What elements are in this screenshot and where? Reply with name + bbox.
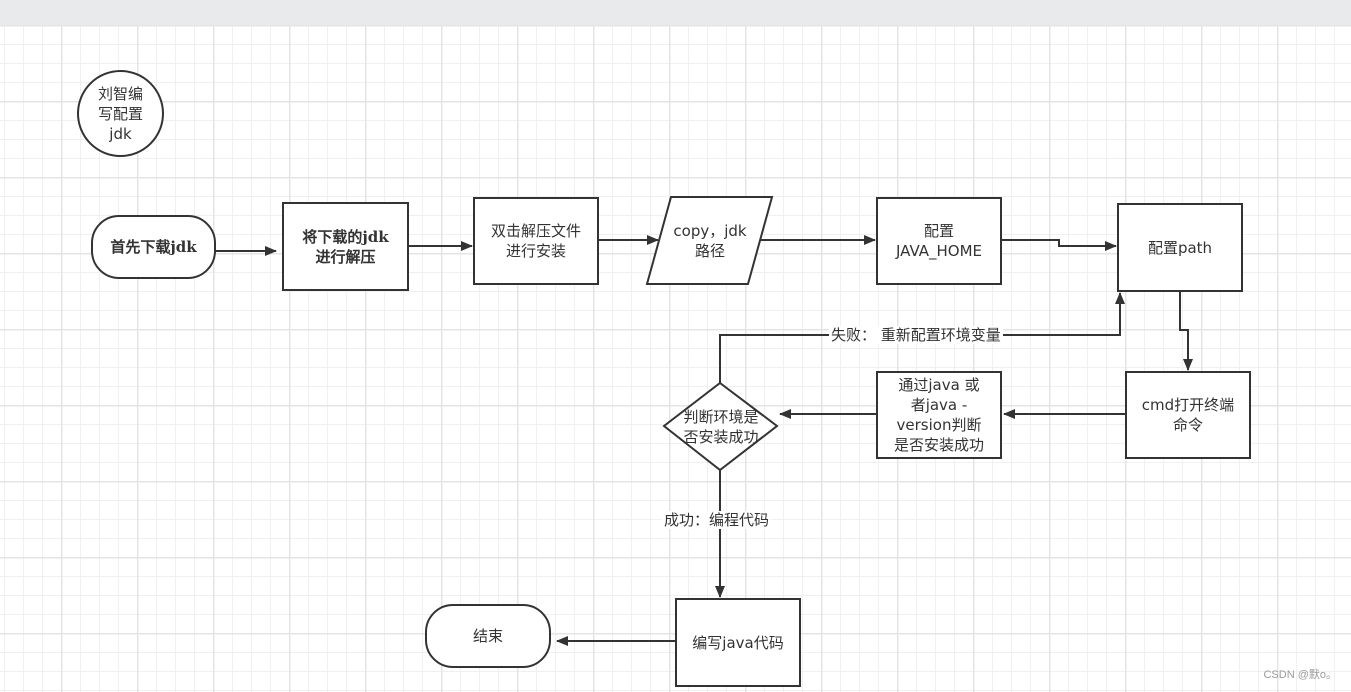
node-java-home[interactable]: 配置 JAVA_HOME [876,197,1002,285]
node-cmd[interactable]: cmd打开终端 命令 [1125,371,1251,459]
node-start[interactable]: 首先下载jdk [91,215,216,279]
node-path[interactable]: 配置path [1117,203,1243,292]
node-unzip-label: 将下载的jdk 进行解压 [302,227,389,266]
node-decision-label: 判断环境是 否安装成功 [683,408,759,446]
node-path-label: 配置path [1147,238,1213,257]
node-unzip[interactable]: 将下载的jdk 进行解压 [282,202,409,291]
connectors-layer [215,235,1193,646]
edge-path-to-cmd [1179,291,1193,371]
node-start-label: 首先下载jdk [110,238,197,256]
edge-label-fail: 失败： 重新配置环境变量 [829,326,1003,344]
node-install[interactable]: 双击解压文件 进行安装 [473,197,599,285]
node-write-code[interactable]: 编写java代码 [675,598,801,687]
watermark: CSDN @默o。 [1263,669,1337,681]
edge-javahome-to-path [1002,239,1117,251]
node-write-code-label: 编写java代码 [692,633,784,652]
author-note-text: 刘智编 写配置 jdk [97,84,143,143]
node-verify[interactable]: 通过java 或 者java - version判断 是否安装成功 [876,371,1002,459]
node-end[interactable]: 结束 [425,604,551,668]
author-note-circle[interactable]: 刘智编 写配置 jdk [77,70,164,157]
node-cmd-label: cmd打开终端 命令 [1141,396,1235,434]
node-copy-path-label: copy，jdk 路径 [673,222,747,260]
node-end-label: 结束 [472,627,503,645]
node-java-home-label: 配置 JAVA_HOME [895,222,983,260]
node-install-label: 双击解压文件 进行安装 [490,222,581,260]
node-verify-label: 通过java 或 者java - version判断 是否安装成功 [893,376,984,454]
edge-label-success: 成功：编程代码 [662,511,772,529]
